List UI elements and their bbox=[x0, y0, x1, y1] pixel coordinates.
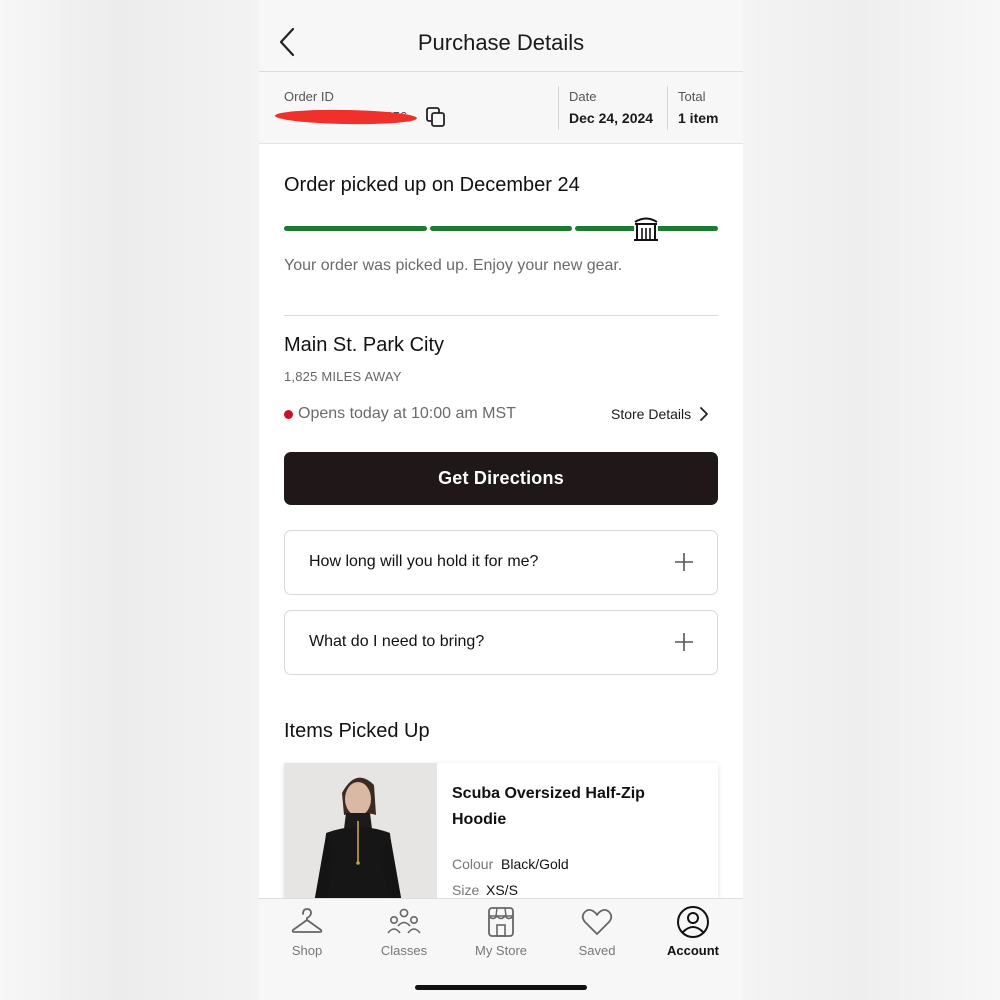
navigation-bar: Purchase Details bbox=[259, 0, 743, 72]
progress-segment bbox=[284, 226, 427, 231]
background-left bbox=[0, 0, 259, 1000]
store-hours: Opens today at 10:00 am MST bbox=[298, 405, 516, 422]
tab-classes[interactable]: Classes bbox=[356, 905, 452, 965]
colour-value: Black/Gold bbox=[501, 856, 569, 872]
faq-question: How long will you hold it for me? bbox=[309, 553, 539, 570]
hanger-icon bbox=[291, 908, 323, 933]
heart-icon bbox=[581, 908, 613, 935]
faq-question: What do I need to bring? bbox=[309, 633, 485, 650]
chevron-right-icon bbox=[700, 407, 709, 421]
get-directions-button[interactable]: Get Directions bbox=[284, 452, 718, 505]
divider bbox=[667, 86, 668, 130]
tab-label: Account bbox=[667, 943, 719, 958]
tab-label: My Store bbox=[474, 943, 527, 958]
store-hours-status-dot bbox=[284, 410, 293, 419]
app-screen: Purchase Details Order ID 04656 Date Dec… bbox=[259, 0, 743, 1000]
tab-label: Shop bbox=[291, 943, 323, 958]
faq-item-what-to-bring[interactable]: What do I need to bring? bbox=[284, 610, 718, 675]
tab-my-store[interactable]: My Store bbox=[453, 905, 549, 965]
storefront-icon bbox=[488, 907, 514, 937]
store-distance: 1,825 MILES AWAY bbox=[284, 369, 402, 384]
store-details-link[interactable]: Store Details bbox=[611, 406, 709, 422]
tab-label: Classes bbox=[380, 943, 428, 958]
size-value: XS/S bbox=[486, 882, 518, 898]
colour-label: Colour bbox=[452, 856, 494, 872]
total-value: 1 item bbox=[678, 110, 719, 126]
divider bbox=[558, 86, 559, 130]
order-summary: Order ID 04656 Date Dec 24, 2024 Total 1… bbox=[259, 72, 743, 144]
items-heading: Items Picked Up bbox=[284, 720, 430, 742]
faq-item-hold-duration[interactable]: How long will you hold it for me? bbox=[284, 530, 718, 595]
store-pickup-icon bbox=[634, 217, 658, 241]
people-icon bbox=[387, 908, 421, 934]
order-id-label: Order ID bbox=[284, 89, 334, 104]
section-divider bbox=[284, 315, 718, 316]
order-status-title: Order picked up on December 24 bbox=[284, 174, 580, 196]
date-label: Date bbox=[569, 89, 597, 104]
background-right bbox=[743, 0, 1000, 1000]
page-title: Purchase Details bbox=[417, 30, 585, 55]
tab-account[interactable]: Account bbox=[645, 905, 741, 965]
copy-icon[interactable] bbox=[425, 106, 447, 128]
progress-segment bbox=[430, 226, 572, 231]
account-icon bbox=[677, 906, 709, 938]
date-value: Dec 24, 2024 bbox=[569, 110, 654, 126]
home-indicator[interactable] bbox=[415, 985, 587, 990]
expand-plus-icon[interactable] bbox=[673, 551, 695, 573]
tab-shop[interactable]: Shop bbox=[259, 905, 355, 965]
expand-plus-icon[interactable] bbox=[673, 631, 695, 653]
tab-label: Saved bbox=[578, 943, 616, 958]
order-status-message: Your order was picked up. Enjoy your new… bbox=[284, 257, 623, 274]
store-name: Main St. Park City bbox=[284, 334, 445, 356]
total-label: Total bbox=[678, 89, 706, 104]
size-label: Size bbox=[452, 882, 480, 898]
product-name: Scuba Oversized Half-Zip Hoodie bbox=[452, 785, 645, 828]
store-details-label: Store Details bbox=[611, 406, 692, 422]
tab-saved[interactable]: Saved bbox=[549, 905, 645, 965]
